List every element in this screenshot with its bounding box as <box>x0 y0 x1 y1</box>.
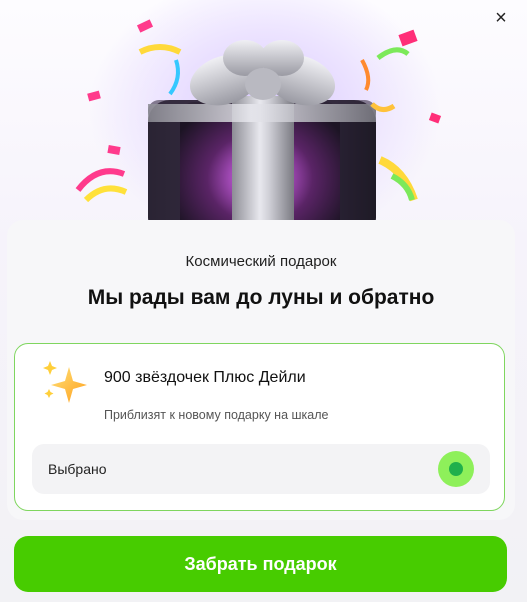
cosmic-gift-illustration <box>75 19 442 240</box>
sparkle-stars-icon <box>43 361 87 403</box>
gift-subtitle: Космический подарок <box>185 253 337 270</box>
offer-title: 900 звёздочек Плюс Дейли <box>104 369 306 386</box>
gift-dialog: × Космический подарок Мы рады вам до лун… <box>0 0 527 602</box>
radio-indicator <box>449 462 463 476</box>
offer-option-card[interactable]: 900 звёздочек Плюс Дейли Приблизят к нов… <box>14 343 505 511</box>
selected-radio[interactable] <box>438 451 474 487</box>
claim-gift-button[interactable]: Забрать подарок <box>14 536 507 592</box>
selected-label: Выбрано <box>48 461 107 477</box>
gift-headline: Мы рады вам до луны и обратно <box>87 286 435 309</box>
close-button[interactable]: × <box>489 6 513 30</box>
gift-info-card: Космический подарок Мы рады вам до луны … <box>7 220 515 520</box>
selected-row[interactable]: Выбрано <box>32 444 490 494</box>
offer-description: Приблизят к новому подарку на шкале <box>104 408 329 422</box>
close-icon: × <box>495 7 507 29</box>
